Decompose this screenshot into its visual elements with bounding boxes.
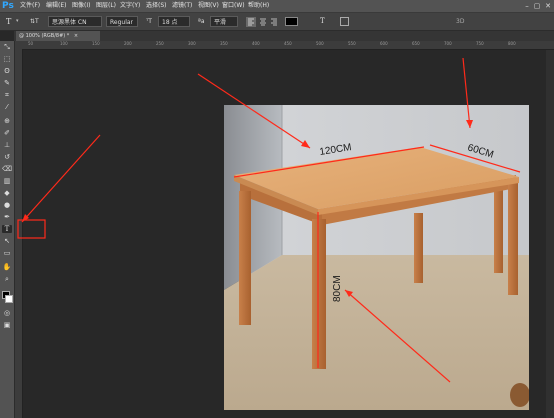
maximize-icon[interactable]: ▢ bbox=[532, 0, 542, 12]
align-left-icon bbox=[248, 18, 254, 26]
brush-tool-icon[interactable]: ✐ bbox=[2, 129, 12, 137]
text-orientation-icon[interactable]: ⇅T bbox=[30, 16, 39, 27]
ruler-label: 550 bbox=[348, 41, 356, 46]
vertical-ruler bbox=[14, 49, 23, 418]
screen-mode-icon[interactable]: ▣ bbox=[2, 321, 12, 329]
menu-filter[interactable]: 滤镜(T) bbox=[172, 0, 192, 12]
character-panel-icon[interactable] bbox=[340, 17, 349, 26]
font-family-select[interactable]: 思源黑体 CN bbox=[48, 16, 102, 27]
minimize-icon[interactable]: – bbox=[522, 0, 532, 12]
dodge-tool-icon[interactable]: ● bbox=[2, 201, 12, 209]
tools-panel: ⤡ ⬚ ʘ ✎ ⌗ ⁄ ⊕ ✐ ⊥ ↺ ⌫ ▥ ◆ ● ✒ T ↖ ▭ ✋ ⌕ … bbox=[0, 41, 15, 418]
quick-mask-icon[interactable]: ◎ bbox=[2, 309, 12, 317]
ruler-label: 400 bbox=[252, 41, 260, 46]
ruler-label: 50 bbox=[28, 41, 34, 46]
move-tool-icon[interactable]: ⤡ bbox=[2, 43, 12, 51]
vertical-scrollbar[interactable] bbox=[546, 50, 554, 418]
align-center-icon bbox=[260, 18, 266, 26]
menu-file[interactable]: 文件(F) bbox=[20, 0, 40, 12]
ruler-label: 700 bbox=[444, 41, 452, 46]
eraser-tool-icon[interactable]: ⌫ bbox=[2, 165, 12, 173]
tab-close-icon[interactable]: × bbox=[74, 33, 78, 39]
ruler-label: 300 bbox=[188, 41, 196, 46]
marquee-tool-icon[interactable]: ⬚ bbox=[2, 55, 12, 63]
photoshop-logo: Ps bbox=[2, 1, 14, 11]
ruler-label: 500 bbox=[316, 41, 324, 46]
document-tab-bar: @ 100% (RGB/8#) * × bbox=[14, 31, 554, 41]
antialias-icon: ªa bbox=[198, 18, 205, 25]
clone-stamp-tool-icon[interactable]: ⊥ bbox=[2, 141, 12, 149]
ruler-label: 750 bbox=[476, 41, 484, 46]
pen-tool-icon[interactable]: ✒ bbox=[2, 213, 12, 221]
blur-tool-icon[interactable]: ◆ bbox=[2, 189, 12, 197]
tool-preset-arrow-icon[interactable]: ▾ bbox=[16, 16, 19, 27]
ruler-label: 250 bbox=[156, 41, 164, 46]
type-tool-button-icon[interactable]: T bbox=[2, 225, 12, 233]
table-photo bbox=[224, 105, 529, 410]
align-left-button[interactable] bbox=[246, 17, 256, 27]
lasso-tool-icon[interactable]: ʘ bbox=[2, 67, 12, 75]
align-right-icon bbox=[271, 18, 277, 26]
type-tool-icon[interactable]: T bbox=[6, 16, 11, 27]
menu-select[interactable]: 选择(S) bbox=[146, 0, 167, 12]
zoom-tool-icon[interactable]: ⌕ bbox=[2, 275, 12, 283]
shape-tool-icon[interactable]: ▭ bbox=[2, 249, 12, 257]
background-color-swatch[interactable] bbox=[5, 295, 13, 303]
ruler-label: 200 bbox=[124, 41, 132, 46]
ruler-label: 600 bbox=[380, 41, 388, 46]
menu-edit[interactable]: 编辑(E) bbox=[46, 0, 66, 12]
options-bar: T ▾ ⇅T 思源黑体 CN Regular ᵀT 18 点 ªa 平滑 T 3… bbox=[0, 13, 554, 31]
menu-bar: Ps 文件(F) 编辑(E) 图像(I) 图层(L) 文字(Y) 选择(S) 滤… bbox=[0, 0, 554, 13]
history-brush-tool-icon[interactable]: ↺ bbox=[2, 153, 12, 161]
eyedropper-tool-icon[interactable]: ⁄ bbox=[2, 103, 12, 111]
horizontal-ruler: 50 100 150 200 250 300 350 400 450 500 550 600 650 70… bbox=[14, 41, 554, 50]
path-selection-tool-icon[interactable]: ↖ bbox=[2, 237, 12, 245]
ruler-label: 100 bbox=[60, 41, 68, 46]
ruler-label: 450 bbox=[284, 41, 292, 46]
menu-image[interactable]: 图像(I) bbox=[72, 0, 90, 12]
quick-select-tool-icon[interactable]: ✎ bbox=[2, 79, 12, 87]
menu-window[interactable]: 窗口(W) bbox=[222, 0, 245, 12]
menu-view[interactable]: 视图(V) bbox=[198, 0, 219, 12]
font-size-select[interactable]: 18 点 bbox=[158, 16, 190, 27]
font-style-select[interactable]: Regular bbox=[106, 16, 138, 27]
menu-help[interactable]: 帮助(H) bbox=[248, 0, 269, 12]
3d-mode-label[interactable]: 3D bbox=[456, 16, 464, 27]
warp-text-icon[interactable]: T bbox=[320, 16, 325, 27]
antialias-select[interactable]: 平滑 bbox=[210, 16, 238, 27]
text-color-swatch[interactable] bbox=[285, 17, 298, 26]
align-center-button[interactable] bbox=[258, 17, 268, 27]
menu-type[interactable]: 文字(Y) bbox=[120, 0, 140, 12]
healing-tool-icon[interactable]: ⊕ bbox=[2, 117, 12, 125]
font-size-icon: ᵀT bbox=[146, 18, 152, 25]
ruler-label: 150 bbox=[92, 41, 100, 46]
document-tab-title: @ 100% (RGB/8#) * bbox=[19, 33, 70, 39]
ruler-label: 800 bbox=[508, 41, 516, 46]
crop-tool-icon[interactable]: ⌗ bbox=[2, 91, 12, 99]
close-icon[interactable]: ✕ bbox=[543, 0, 553, 12]
ruler-label: 350 bbox=[220, 41, 228, 46]
hand-tool-icon[interactable]: ✋ bbox=[2, 263, 12, 271]
ruler-label: 650 bbox=[412, 41, 420, 46]
table-photo-image bbox=[224, 105, 529, 410]
document-tab[interactable]: @ 100% (RGB/8#) * × bbox=[16, 31, 100, 41]
align-right-button[interactable] bbox=[269, 17, 279, 27]
menu-layer[interactable]: 图层(L) bbox=[96, 0, 116, 12]
gradient-tool-icon[interactable]: ▥ bbox=[2, 177, 12, 185]
